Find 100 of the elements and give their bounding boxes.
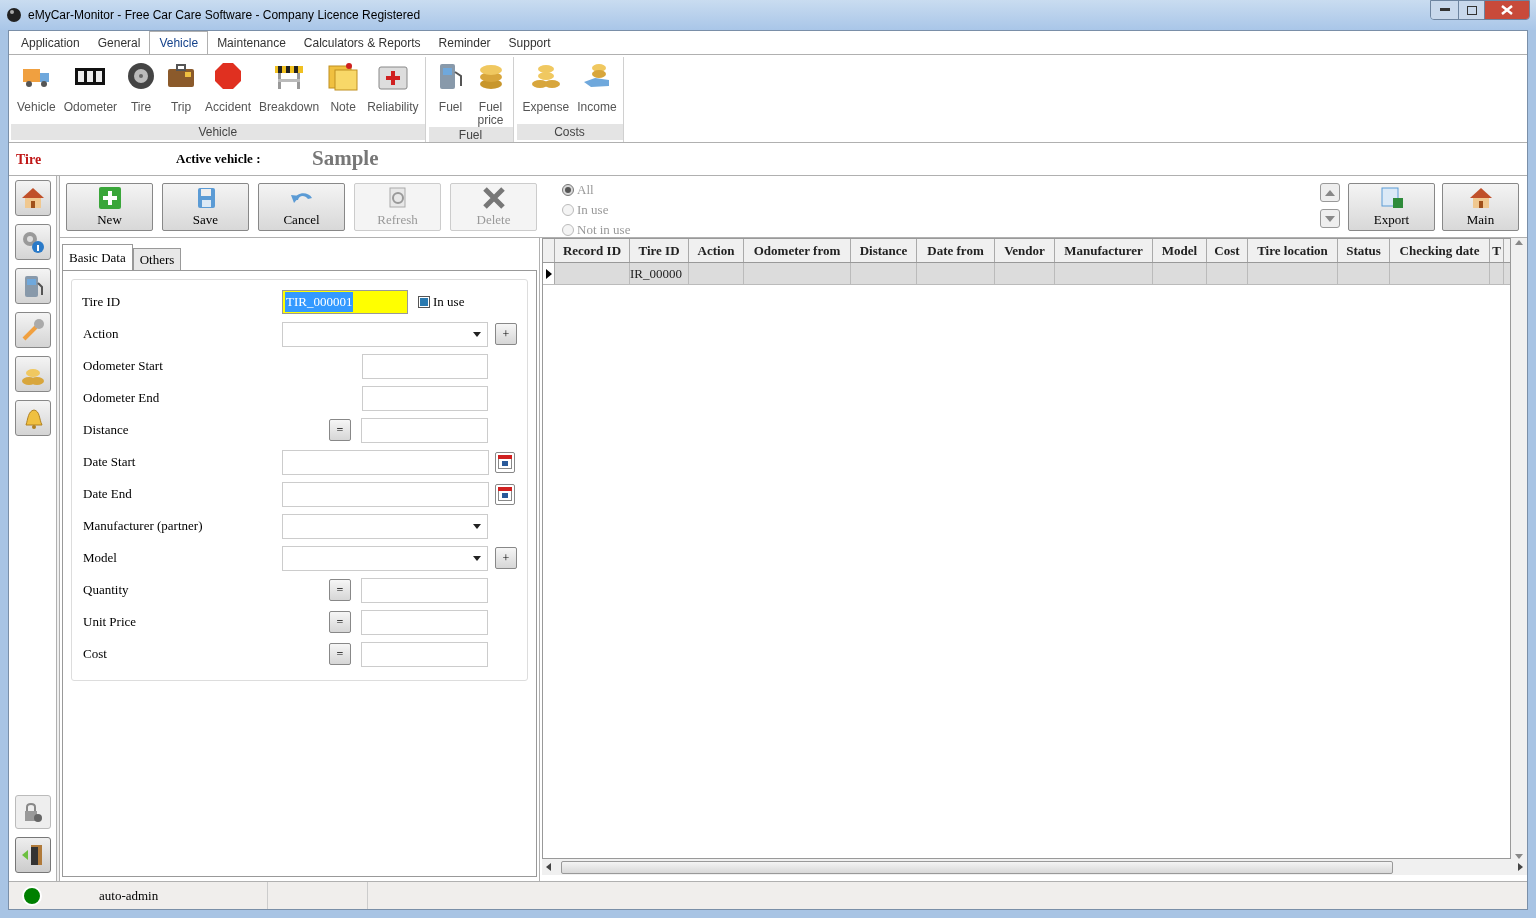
column-header[interactable]: Vendor xyxy=(995,239,1055,262)
column-header[interactable]: Date from xyxy=(917,239,995,262)
column-header[interactable]: Manufacturer xyxy=(1055,239,1153,262)
dropdown-field[interactable] xyxy=(282,321,488,347)
add-button[interactable]: + xyxy=(495,323,517,345)
calendar-button[interactable] xyxy=(495,483,515,505)
column-header[interactable]: Action xyxy=(689,239,744,262)
ribbon-button[interactable]: Accident xyxy=(201,57,256,124)
input-field[interactable] xyxy=(361,417,488,443)
date-field[interactable] xyxy=(282,449,489,475)
column-header[interactable]: Checking date xyxy=(1390,239,1490,262)
column-header[interactable]: Record ID xyxy=(555,239,630,262)
ribbon-button[interactable]: Reliability xyxy=(363,57,423,124)
field-label: Odometer End xyxy=(82,389,161,408)
move-up-button[interactable] xyxy=(1320,183,1340,202)
up-arrow-icon xyxy=(1325,189,1335,196)
menu-tab[interactable]: Application xyxy=(12,31,89,54)
menu-tab[interactable]: Vehicle xyxy=(149,31,209,54)
ribbon-button[interactable]: Vehicle xyxy=(13,57,60,124)
sticky-note-icon xyxy=(327,60,360,92)
input-field[interactable] xyxy=(361,609,488,635)
field-label: Action xyxy=(82,325,120,344)
minimize-button[interactable] xyxy=(1431,1,1458,19)
sidebar-button[interactable] xyxy=(14,356,51,392)
ribbon-button[interactable]: Fuel xyxy=(430,57,471,127)
sidebar-button[interactable] xyxy=(14,400,51,436)
restore-icon xyxy=(1466,5,1477,15)
down-arrow-icon xyxy=(1325,215,1335,222)
calculate-button[interactable]: = xyxy=(329,643,351,665)
lock-button[interactable] xyxy=(14,795,51,829)
toolbar-button[interactable]: New xyxy=(66,183,153,231)
calendar-button[interactable] xyxy=(495,451,515,473)
menu-tab[interactable]: Calculators & Reports xyxy=(294,31,430,54)
maximize-button[interactable] xyxy=(1458,1,1484,19)
calculate-button[interactable]: = xyxy=(329,611,351,633)
add-button[interactable]: + xyxy=(495,547,517,569)
column-header[interactable]: Model xyxy=(1153,239,1207,262)
active-vehicle-label: Active vehicle : xyxy=(176,150,262,169)
calculate-button[interactable]: = xyxy=(329,419,351,441)
sidebar-button[interactable] xyxy=(14,180,51,216)
form-tab[interactable]: Basic Data xyxy=(62,244,133,270)
ribbon-button[interactable]: Odometer xyxy=(59,57,122,124)
active-vehicle-name: Sample xyxy=(312,145,379,173)
module-title: Tire xyxy=(16,150,43,169)
menu-tab[interactable]: Maintenance xyxy=(208,31,295,54)
dropdown-field[interactable] xyxy=(282,545,488,571)
horizontal-scrollbar-thumb[interactable] xyxy=(561,860,1393,874)
ribbon-button[interactable]: Fuel price xyxy=(470,57,511,127)
menu-tab[interactable]: Reminder xyxy=(429,31,500,54)
scroll-right-icon xyxy=(1518,863,1523,871)
input-field[interactable] xyxy=(362,385,488,411)
calendar-icon xyxy=(498,455,512,469)
ribbon-button[interactable]: Breakdown xyxy=(255,57,324,124)
menu-tab[interactable]: General xyxy=(88,31,150,54)
sidebar-button[interactable] xyxy=(14,224,51,260)
field-label: Date Start xyxy=(82,453,137,472)
user-name: auto-admin xyxy=(99,886,160,905)
column-header[interactable]: Tire location xyxy=(1248,239,1338,262)
move-down-button[interactable] xyxy=(1320,209,1340,228)
field-label: Quantity xyxy=(82,581,130,600)
calculate-button[interactable]: = xyxy=(329,579,351,601)
date-field[interactable] xyxy=(282,481,489,507)
action-button[interactable]: Export xyxy=(1348,183,1435,231)
calendar-icon xyxy=(498,487,512,501)
ribbon-button[interactable]: Expense xyxy=(518,57,574,124)
ribbon-group-label: Fuel xyxy=(428,127,513,143)
column-header[interactable]: Odometer from xyxy=(744,239,851,262)
spreadsheet-icon xyxy=(1378,185,1405,210)
dropdown-field[interactable] xyxy=(282,513,488,539)
sidebar-button[interactable] xyxy=(14,312,51,348)
menu-tab[interactable]: Support xyxy=(499,31,560,54)
ribbon-button[interactable]: Trip xyxy=(161,57,202,124)
ribbon-button[interactable]: Tire xyxy=(121,57,162,124)
input-field[interactable] xyxy=(362,353,488,379)
ribbon-button[interactable]: Income xyxy=(573,57,621,124)
column-header[interactable]: Cost xyxy=(1207,239,1248,262)
close-button[interactable] xyxy=(1484,1,1529,19)
column-header[interactable]: Status xyxy=(1338,239,1390,262)
form-tab[interactable]: Others xyxy=(132,248,182,270)
sidebar-button[interactable] xyxy=(14,268,51,304)
field-label: Tire ID xyxy=(82,293,122,312)
caret-icon xyxy=(473,523,481,529)
caret-icon xyxy=(473,555,481,561)
ribbon-group-label: Costs xyxy=(516,124,623,140)
action-button[interactable]: Main xyxy=(1442,183,1519,231)
field-label: Date End xyxy=(82,485,133,504)
field-label: Cost xyxy=(82,645,108,664)
in-use-checkbox[interactable]: In use xyxy=(418,292,465,312)
column-header[interactable]: Tire ID xyxy=(630,239,689,262)
column-header[interactable]: T xyxy=(1490,239,1504,262)
scroll-left-icon xyxy=(546,863,551,871)
input-field[interactable] xyxy=(361,577,488,603)
app-logo-icon xyxy=(6,7,22,23)
exit-button[interactable] xyxy=(14,837,51,873)
input-field[interactable] xyxy=(361,641,488,667)
column-header[interactable]: Distance xyxy=(851,239,917,262)
ribbon-button[interactable]: Note xyxy=(323,57,364,124)
toolbar-button[interactable]: Cancel xyxy=(258,183,345,231)
field-label: Unit Price xyxy=(82,613,138,632)
toolbar-button[interactable]: Save xyxy=(162,183,249,231)
